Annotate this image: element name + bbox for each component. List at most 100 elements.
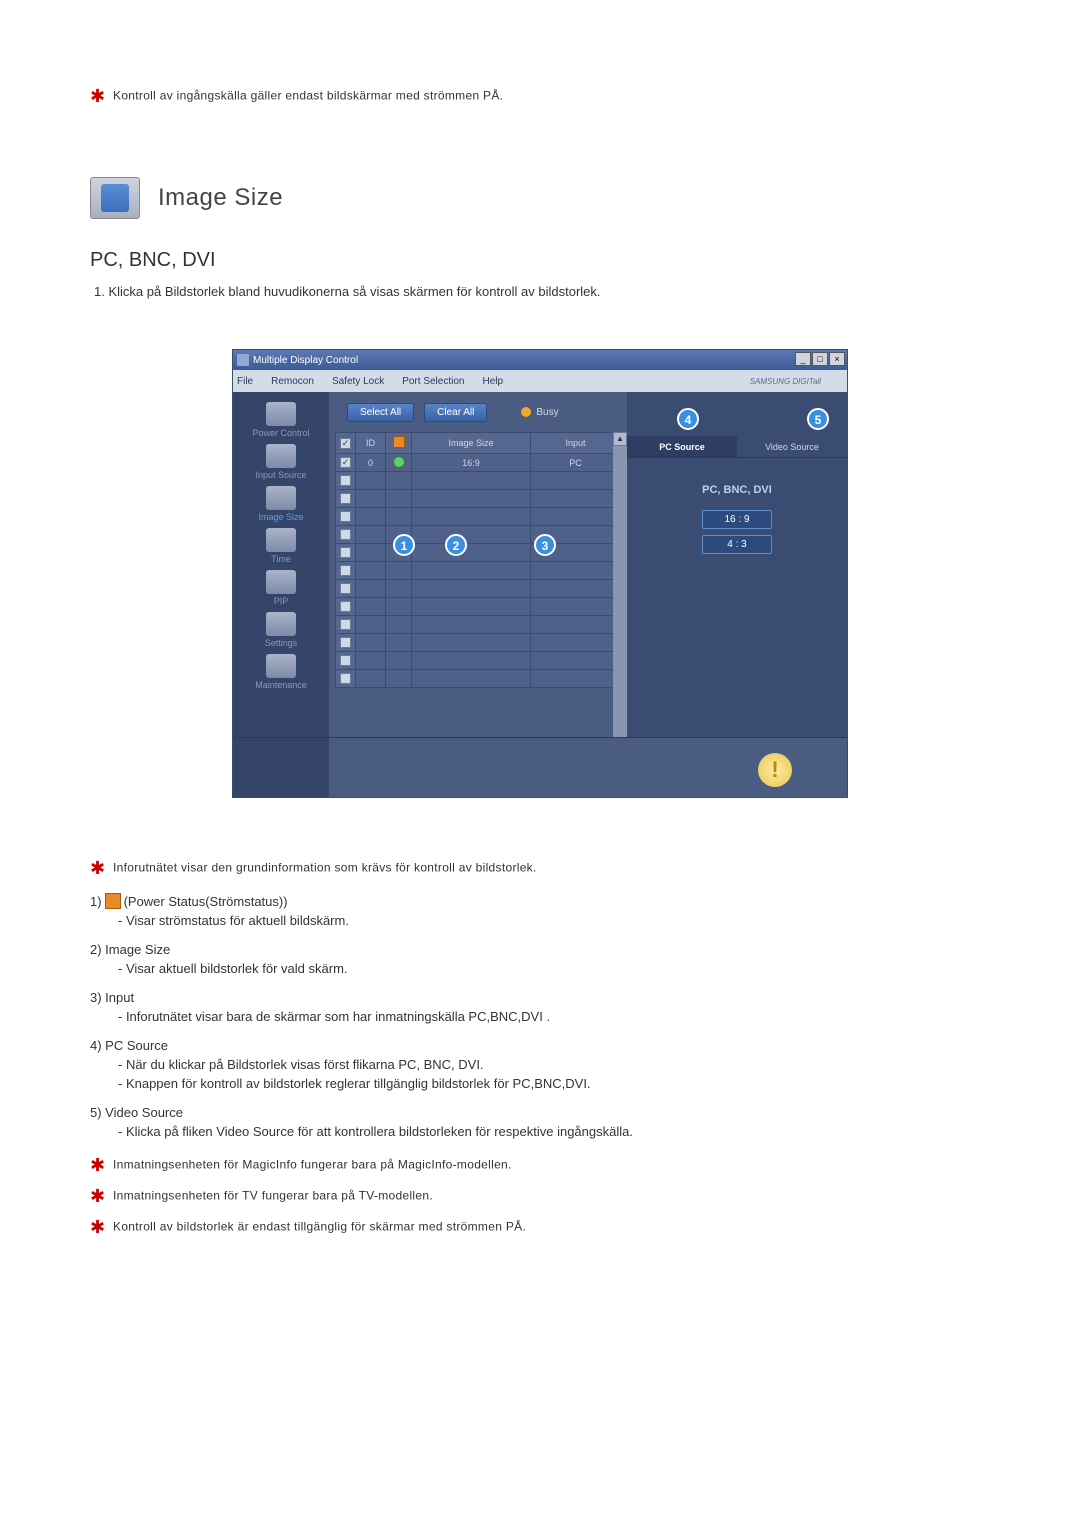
source-tabs: PC Source Video Source [627, 436, 847, 458]
info-note: ✱ Inforutnätet visar den grundinformatio… [90, 858, 990, 879]
window-bottom: ! [233, 737, 847, 797]
row-checkbox[interactable] [340, 457, 351, 468]
item1-sub: - Visar strömstatus för aktuell bildskär… [118, 913, 990, 928]
sidebar-label: Settings [233, 638, 329, 648]
maximize-button[interactable]: □ [812, 352, 828, 366]
image-size-icon [90, 177, 140, 219]
input-source-icon [266, 444, 296, 468]
star-icon: ✱ [90, 1155, 105, 1175]
end-note-3-text: Kontroll av bildstorlek är endast tillgä… [113, 1220, 526, 1234]
callout-1: 1 [393, 534, 415, 556]
ratio-16-9-button[interactable]: 16 : 9 [702, 510, 772, 529]
menu-safety-lock[interactable]: Safety Lock [332, 376, 384, 387]
sidebar-item-pip[interactable]: PIP [233, 566, 329, 608]
item4-sub1: - När du klickar på Bildstorlek visas fö… [118, 1057, 990, 1072]
end-notes: ✱ Inmatningsenheten för MagicInfo funger… [90, 1155, 990, 1238]
menu-file[interactable]: File [237, 376, 253, 387]
desc-item-1: 1) (Power Status(Strömstatus)) - Visar s… [90, 893, 990, 928]
section-title: Image Size [158, 184, 283, 212]
minimize-button[interactable]: _ [795, 352, 811, 366]
busy-indicator: Busy [521, 407, 558, 418]
select-all-button[interactable]: Select All [347, 403, 414, 422]
window-controls: _ □ × [794, 352, 845, 366]
app-window: Multiple Display Control _ □ × File Remo… [232, 349, 848, 798]
alert-icon: ! [758, 753, 792, 787]
item1-num: 1) [90, 894, 102, 909]
ratio-4-3-button[interactable]: 4 : 3 [702, 535, 772, 554]
close-button[interactable]: × [829, 352, 845, 366]
titlebar-icon [237, 354, 249, 366]
power-control-icon [266, 402, 296, 426]
star-icon: ✱ [90, 858, 105, 878]
brand-label: SAMSUNG DIGITall [750, 377, 821, 386]
item2-sub: - Visar aktuell bildstorlek för vald skä… [118, 961, 990, 976]
settings-icon [266, 612, 296, 636]
sidebar-label: Maintenance [233, 680, 329, 690]
sidebar-label: Time [233, 554, 329, 564]
image-size-nav-icon [266, 486, 296, 510]
sidebar-item-maintenance[interactable]: Maintenance [233, 650, 329, 692]
star-icon: ✱ [90, 86, 105, 106]
cell-input: PC [531, 454, 621, 472]
star-icon: ✱ [90, 1217, 105, 1237]
scroll-up-button[interactable]: ▲ [613, 432, 627, 446]
pip-icon [266, 570, 296, 594]
app-screenshot: Multiple Display Control _ □ × File Remo… [232, 349, 848, 798]
desc-item-4: 4) PC Source - När du klickar på Bildsto… [90, 1038, 990, 1091]
panel-controls: Select All Clear All Busy [329, 392, 627, 432]
desc-item-3: 3) Input - Inforutnätet visar bara de sk… [90, 990, 990, 1024]
callout-4: 4 [677, 408, 699, 430]
sidebar-label: Power Control [233, 428, 329, 438]
end-note-3: ✱ Kontroll av bildstorlek är endast till… [90, 1217, 990, 1238]
tab-pc-source[interactable]: PC Source [627, 436, 737, 458]
sidebar-item-time[interactable]: Time [233, 524, 329, 566]
description-list: 1) (Power Status(Strömstatus)) - Visar s… [90, 893, 990, 1139]
item1-text: (Power Status(Strömstatus)) [124, 894, 288, 909]
busy-label: Busy [536, 407, 558, 418]
menubar: File Remocon Safety Lock Port Selection … [233, 370, 847, 392]
item5-label: 5) Video Source [90, 1105, 990, 1120]
sidebar-item-power-control[interactable]: Power Control [233, 398, 329, 440]
menu-port-selection[interactable]: Port Selection [402, 376, 464, 387]
col-image-size: Image Size [412, 433, 531, 454]
section-header: Image Size [90, 177, 990, 219]
col-check[interactable] [336, 433, 356, 454]
middle-panel: Select All Clear All Busy ID Image Size [329, 392, 627, 737]
item2-label: 2) Image Size [90, 942, 990, 957]
tab-video-source[interactable]: Video Source [737, 436, 847, 458]
item3-label: 3) Input [90, 990, 990, 1005]
titlebar: Multiple Display Control _ □ × [233, 350, 847, 370]
menu-help[interactable]: Help [482, 376, 503, 387]
sidebar-item-settings[interactable]: Settings [233, 608, 329, 650]
clear-all-button[interactable]: Clear All [424, 403, 487, 422]
table-area: ID Image Size Input 0 16:9 PC [329, 432, 627, 688]
scrollbar[interactable]: ▲ [613, 432, 627, 737]
sidebar-item-image-size[interactable]: Image Size [233, 482, 329, 524]
sidebar-label: Image Size [233, 512, 329, 522]
col-input: Input [531, 433, 621, 454]
time-icon [266, 528, 296, 552]
table-row[interactable]: 0 16:9 PC [336, 454, 621, 472]
sidebar-item-input-source[interactable]: Input Source [233, 440, 329, 482]
item5-sub: - Klicka på fliken Video Source för att … [118, 1124, 990, 1139]
maintenance-icon [266, 654, 296, 678]
window-title: Multiple Display Control [253, 355, 358, 366]
busy-dot-icon [521, 407, 531, 417]
sidebar: Power Control Input Source Image Size Ti… [233, 392, 329, 737]
item4-sub2: - Knappen för kontroll av bildstorlek re… [118, 1076, 990, 1091]
display-table: ID Image Size Input 0 16:9 PC [335, 432, 621, 688]
end-note-1: ✱ Inmatningsenheten för MagicInfo funger… [90, 1155, 990, 1176]
col-id: ID [356, 433, 386, 454]
intro-note-text: Kontroll av ingångskälla gäller endast b… [113, 89, 503, 103]
callout-5: 5 [807, 408, 829, 430]
desc-item-5: 5) Video Source - Klicka på fliken Video… [90, 1105, 990, 1139]
end-note-2-text: Inmatningsenheten för TV fungerar bara p… [113, 1189, 433, 1203]
intro-note: ✱ Kontroll av ingångskälla gäller endast… [90, 86, 990, 107]
sidebar-label: Input Source [233, 470, 329, 480]
item4-label: 4) PC Source [90, 1038, 990, 1053]
callout-2: 2 [445, 534, 467, 556]
menu-remocon[interactable]: Remocon [271, 376, 314, 387]
cell-id: 0 [356, 454, 386, 472]
item3-sub: - Inforutnätet visar bara de skärmar som… [118, 1009, 990, 1024]
info-note-text: Inforutnätet visar den grundinformation … [113, 861, 537, 875]
